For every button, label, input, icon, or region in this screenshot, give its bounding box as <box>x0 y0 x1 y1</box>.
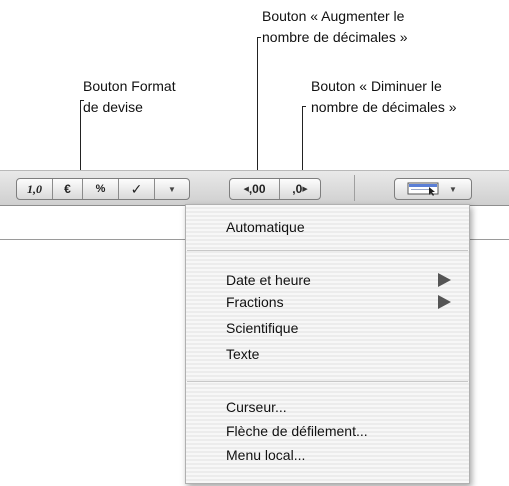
screenshot-canvas: Bouton Format de devise Bouton « Augment… <box>0 0 509 486</box>
menu-separator <box>187 250 468 251</box>
number-format-label: 1,0 <box>27 181 42 196</box>
submenu-arrow-icon <box>438 273 451 287</box>
callout-currency-leader <box>80 100 81 176</box>
checkbox-format-button[interactable]: ✓ <box>119 179 155 199</box>
menu-item-label: Menu local... <box>226 447 306 463</box>
menu-item-automatique[interactable]: Automatique <box>226 218 305 236</box>
menu-item-label: Automatique <box>226 219 305 235</box>
number-format-segmented-control: 1,0 € % ✓ ▼ <box>16 178 190 200</box>
cell-format-menu: Automatique Date et heure Fractions Scie… <box>185 204 470 484</box>
callout-increase-decimals: Bouton « Augmenter le nombre de décimale… <box>262 6 408 48</box>
menu-item-label: Texte <box>226 346 260 362</box>
callout-increase-line1: Bouton « Augmenter le <box>262 8 405 24</box>
decrease-decimals-button[interactable]: ,0 ▶ <box>280 179 320 199</box>
more-formats-button[interactable]: ▼ <box>155 179 189 199</box>
decimals-segmented-control: ◀ ,00 ,0 ▶ <box>229 178 321 200</box>
currency-format-button[interactable]: € <box>53 179 83 199</box>
format-toolbar: 1,0 € % ✓ ▼ ◀ ,00 ,0 ▶ ▼ <box>0 170 509 206</box>
callout-decrease-line1: Bouton « Diminuer le <box>311 78 442 94</box>
callout-decrease-leader-tick <box>302 106 306 107</box>
callout-decrease-line2: nombre de décimales » <box>311 99 457 115</box>
callout-currency-leader-tick <box>80 100 84 101</box>
menu-item-label: Date et heure <box>226 272 311 288</box>
cell-format-popup-button[interactable]: ▼ <box>394 178 472 200</box>
checkbox-format-label: ✓ <box>130 180 143 197</box>
right-arrow-icon: ▶ <box>302 186 308 193</box>
dropdown-arrow-icon: ▼ <box>168 184 176 194</box>
decrease-decimals-label: ,0 <box>292 182 303 196</box>
toolbar-divider <box>354 175 355 201</box>
callout-increase-line2: nombre de décimales » <box>262 29 408 45</box>
callout-currency-line1: Bouton Format <box>83 78 176 94</box>
menu-item-texte[interactable]: Texte <box>226 345 259 363</box>
callout-decrease-decimals: Bouton « Diminuer le nombre de décimales… <box>311 76 457 118</box>
menu-item-label: Flèche de défilement... <box>226 423 368 439</box>
submenu-arrow-icon <box>438 295 451 309</box>
menu-item-fleche-de-defilement[interactable]: Flèche de défilement... <box>226 422 368 440</box>
increase-decimals-button[interactable]: ◀ ,00 <box>230 179 280 199</box>
menu-item-scientifique[interactable]: Scientifique <box>226 319 298 337</box>
menu-item-curseur[interactable]: Curseur... <box>226 398 287 416</box>
cell-format-icon <box>407 182 439 196</box>
menu-item-label: Scientifique <box>226 320 299 336</box>
menu-item-label: Curseur... <box>226 399 287 415</box>
cell-format-dropdown-arrow-icon: ▼ <box>449 184 457 194</box>
menu-separator <box>187 381 468 382</box>
menu-item-fractions[interactable]: Fractions <box>226 293 284 311</box>
callout-increase-leader-tick <box>257 37 261 38</box>
menu-item-label: Fractions <box>226 294 284 310</box>
number-format-button[interactable]: 1,0 <box>17 179 53 199</box>
callout-currency-line2: de devise <box>83 99 143 115</box>
cell-format-popup-inner: ▼ <box>395 179 471 199</box>
percent-format-button[interactable]: % <box>83 179 119 199</box>
menu-item-date-et-heure[interactable]: Date et heure <box>226 271 311 289</box>
menu-item-menu-local[interactable]: Menu local... <box>226 446 305 464</box>
callout-increase-leader <box>257 37 258 177</box>
percent-format-label: % <box>95 183 106 195</box>
callout-decrease-leader <box>302 106 303 176</box>
increase-decimals-label: ,00 <box>248 182 266 196</box>
callout-currency-format: Bouton Format de devise <box>83 76 176 118</box>
currency-format-label: € <box>64 182 71 196</box>
